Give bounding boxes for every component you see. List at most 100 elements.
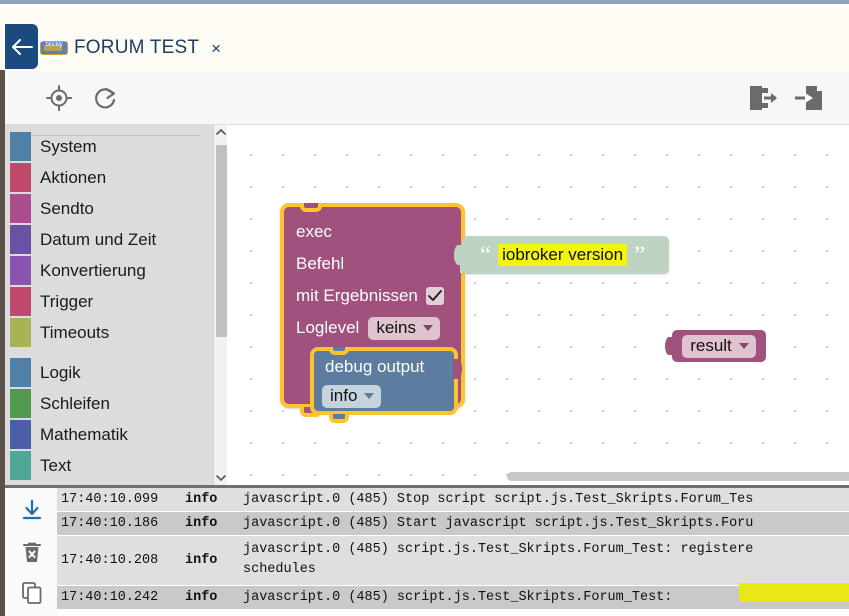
category-label: Text	[40, 455, 72, 475]
category-separator	[5, 135, 210, 357]
block-notch-top	[329, 347, 349, 355]
tab-close-icon[interactable]: ×	[211, 40, 221, 57]
log-row[interactable]: 17:40:10.186 info javascript.0 (485) Sta…	[57, 512, 849, 536]
tab-forum-test[interactable]: blockly FORUM TEST ×	[40, 28, 221, 68]
exec-results-label: mit Ergebnissen	[296, 286, 418, 305]
chevron-down-icon	[738, 342, 749, 349]
scroll-up-button[interactable]	[214, 125, 228, 139]
category-label: Schleifen	[40, 393, 110, 413]
exec-results-checkbox[interactable]	[425, 287, 444, 305]
category-sendto[interactable]: Sendto	[5, 193, 210, 224]
log-row[interactable]: 17:40:10.208 info javascript.0 (485) scr…	[57, 536, 849, 586]
category-text[interactable]: Text	[5, 450, 210, 481]
log-highlight-strip	[739, 583, 849, 602]
category-color-swatch	[10, 194, 31, 223]
exec-command-label: Befehl	[296, 254, 345, 273]
exec-results-row: mit Ergebnissen	[296, 280, 471, 312]
category-label: Sendto	[40, 198, 94, 218]
block-notch-bottom	[329, 414, 349, 423]
block-result-variable[interactable]: result	[665, 330, 766, 362]
log-entries-table[interactable]: 17:40:10.099 info javascript.0 (485) Sto…	[57, 488, 849, 616]
text-string-value[interactable]: iobroker version	[498, 244, 628, 266]
category-label: Mathematik	[40, 424, 128, 444]
log-row[interactable]: 17:40:10.242 info javascript.0 (485) scr…	[57, 585, 849, 610]
log-message: javascript.0 (485) script.js.Test_Skript…	[243, 542, 754, 578]
category-label: Aktionen	[40, 167, 107, 187]
log-toolbar	[5, 488, 57, 616]
debug-severity-dropdown[interactable]: info	[322, 385, 382, 408]
redo-button[interactable]	[88, 81, 122, 115]
category-color-swatch	[10, 420, 31, 449]
category-logik[interactable]: Logik	[5, 357, 210, 388]
center-blocks-button[interactable]	[42, 81, 76, 115]
exec-title: exec	[296, 222, 332, 241]
editor-body: System Aktionen Sendto Datum und Zeit Ko…	[5, 125, 849, 485]
category-timeouts[interactable]: Timeouts	[5, 317, 210, 348]
category-trigger[interactable]: Trigger	[5, 286, 210, 317]
exec-loglevel-label: Loglevel	[296, 318, 360, 337]
scroll-down-button[interactable]	[214, 471, 228, 485]
log-message: javascript.0 (485) Start javascript scri…	[243, 516, 754, 531]
editor-toolbar	[5, 71, 849, 125]
back-button[interactable]	[5, 24, 38, 69]
category-color-swatch	[10, 318, 31, 347]
block-exec[interactable]: exec Befehl mit Ergebnissen Loglevel kei…	[280, 203, 470, 423]
exec-command-row: Befehl	[296, 248, 471, 280]
category-color-swatch	[10, 358, 31, 387]
log-timestamp: 17:40:10.208	[61, 552, 159, 568]
exec-loglevel-value: keins	[376, 317, 417, 337]
chevron-down-icon	[216, 475, 226, 482]
import-blocks-button[interactable]	[792, 81, 826, 115]
block-text-string[interactable]: “ iobroker version ”	[454, 236, 669, 274]
category-konvertierung[interactable]: Konvertierung	[5, 255, 210, 286]
category-label: System	[40, 136, 97, 156]
block-debug-output[interactable]: debug output info	[310, 347, 462, 423]
category-label: Datum und Zeit	[40, 229, 157, 249]
block-notch-top	[300, 203, 322, 212]
result-variable-dropdown[interactable]: result	[682, 334, 756, 358]
exec-loglevel-dropdown[interactable]: keins	[368, 316, 441, 340]
log-message: javascript.0 (485) Stop script script.js…	[243, 492, 754, 507]
category-label: Trigger	[40, 291, 94, 311]
chevron-down-icon	[423, 324, 434, 331]
chevron-up-icon	[216, 128, 226, 135]
exec-title-row: exec	[296, 216, 471, 248]
category-aktionen[interactable]: Aktionen	[5, 162, 210, 193]
category-list: System Aktionen Sendto Datum und Zeit Ko…	[5, 131, 210, 481]
category-datum-und-zeit[interactable]: Datum und Zeit	[5, 224, 210, 255]
download-icon	[22, 499, 42, 520]
crosshair-target-icon	[46, 84, 72, 111]
blockly-workspace[interactable]: exec Befehl mit Ergebnissen Loglevel kei…	[227, 125, 849, 485]
quote-open-icon: “	[480, 241, 492, 269]
checkmark-icon	[427, 290, 442, 301]
back-arrow-icon	[11, 38, 33, 55]
workspace-horizontal-scrollbar[interactable]	[507, 472, 849, 481]
category-color-swatch	[10, 225, 31, 254]
scrollbar-thumb[interactable]	[216, 145, 227, 337]
log-timestamp: 17:40:10.242	[61, 589, 159, 605]
log-table-tail	[57, 609, 849, 616]
log-timestamp: 17:40:10.186	[61, 516, 159, 531]
category-label: Timeouts	[40, 322, 110, 342]
category-schleifen[interactable]: Schleifen	[5, 388, 210, 419]
export-blocks-button[interactable]	[746, 81, 780, 115]
chevron-down-icon	[364, 393, 375, 399]
download-log-button[interactable]	[17, 496, 47, 526]
toolbox-scrollbar[interactable]	[213, 125, 228, 485]
tab-label: FORUM TEST	[74, 37, 200, 58]
category-color-swatch	[10, 287, 31, 316]
log-row[interactable]: 17:40:10.099 info javascript.0 (485) Sto…	[57, 488, 849, 512]
log-severity: info	[185, 589, 218, 605]
log-timestamp: 17:40:10.099	[61, 492, 159, 507]
copy-log-button[interactable]	[17, 578, 47, 608]
clear-log-button[interactable]	[17, 538, 47, 568]
category-mathematik[interactable]: Mathematik	[5, 419, 210, 450]
log-severity: info	[185, 552, 218, 568]
export-document-icon	[750, 85, 777, 110]
redo-arrow-icon	[95, 87, 116, 108]
category-color-swatch	[10, 256, 31, 285]
trash-x-icon	[23, 542, 41, 562]
exec-loglevel-row: Loglevel keins	[296, 312, 471, 344]
debug-output-title: debug output	[325, 357, 425, 376]
log-panel: 17:40:10.099 info javascript.0 (485) Sto…	[5, 485, 849, 616]
